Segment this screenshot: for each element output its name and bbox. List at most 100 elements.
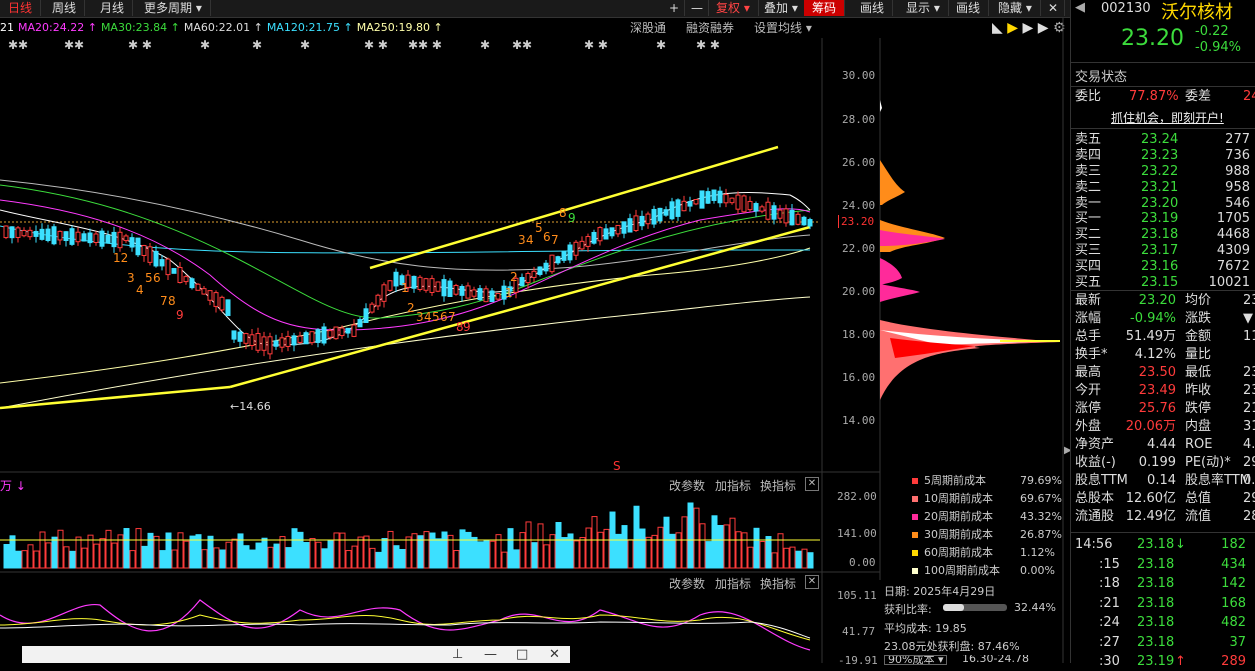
candle-body bbox=[171, 268, 177, 274]
candle-body bbox=[495, 293, 501, 300]
event-star[interactable]: ✱ bbox=[480, 38, 490, 52]
candle-body bbox=[729, 197, 735, 204]
volume-bar bbox=[75, 536, 82, 569]
stat-label: 内盘 bbox=[1185, 419, 1212, 434]
stat-value: 25.76 bbox=[1138, 401, 1176, 416]
volume-bar bbox=[765, 536, 772, 569]
candle-body bbox=[351, 324, 357, 337]
volume-bar bbox=[441, 531, 448, 569]
candle-body bbox=[627, 218, 633, 233]
stat-label: 金额 bbox=[1185, 329, 1212, 344]
chip-legend-row: 20周期前成本 43.32% bbox=[912, 509, 1062, 525]
ma5-line bbox=[0, 192, 811, 346]
event-star[interactable]: ✱ bbox=[252, 38, 262, 52]
stock-nav-icon[interactable]: ◀ bbox=[1075, 0, 1085, 15]
volume-add-indicator-button[interactable]: 加指标 bbox=[715, 477, 751, 494]
tick-time: :27 bbox=[1099, 634, 1120, 650]
volume-bar bbox=[15, 550, 22, 569]
vol-tick: 282.00 bbox=[837, 490, 877, 503]
book-label: 买二 bbox=[1075, 227, 1102, 242]
event-star[interactable]: ✱✱ bbox=[512, 38, 532, 52]
volume-change-indicator-button[interactable]: 换指标 bbox=[760, 477, 796, 494]
legend-label: 20周期前成本 bbox=[924, 510, 993, 523]
candle-body bbox=[225, 299, 231, 317]
candle-body bbox=[129, 237, 135, 248]
volume-bar bbox=[435, 538, 442, 569]
channel-line-lower[interactable] bbox=[229, 225, 811, 389]
volume-bar bbox=[393, 545, 400, 569]
tick-volume: 142 bbox=[1221, 576, 1246, 591]
macd-line-pink bbox=[0, 599, 811, 651]
stat-label: ROE bbox=[1185, 437, 1213, 452]
volume-bar bbox=[381, 538, 388, 569]
volume-bar bbox=[669, 533, 676, 569]
candle-body bbox=[237, 331, 243, 342]
ma250-line bbox=[0, 296, 811, 409]
minimize-icon[interactable]: — bbox=[484, 646, 497, 663]
count-label: 7 bbox=[448, 310, 456, 324]
tick-time: :18 bbox=[1099, 576, 1120, 591]
volume-bar bbox=[249, 549, 256, 569]
macd-close-button[interactable]: ✕ bbox=[805, 575, 819, 589]
event-star[interactable]: ✱ bbox=[300, 38, 310, 52]
pin-icon[interactable]: ⊥ bbox=[452, 646, 463, 663]
legend-label: 5周期前成本 bbox=[924, 474, 986, 487]
event-marker[interactable]: S bbox=[613, 459, 621, 473]
close-icon[interactable]: ✕ bbox=[549, 646, 560, 663]
volume-bar bbox=[705, 541, 712, 569]
kline-chart[interactable]: ←14.66 S bbox=[0, 0, 1070, 663]
event-star[interactable]: ✱ ✱ bbox=[584, 38, 608, 52]
tick-volume: 434 bbox=[1221, 556, 1246, 572]
stock-price: 23.20 bbox=[1121, 26, 1184, 51]
macd-add-indicator-button[interactable]: 加指标 bbox=[715, 575, 751, 592]
volume-bar bbox=[615, 533, 622, 569]
volume-bar bbox=[231, 538, 238, 569]
candle-body bbox=[345, 327, 351, 334]
stat-value: 31.4 bbox=[1243, 419, 1255, 434]
candle-body bbox=[681, 200, 687, 212]
book-label: 买一 bbox=[1075, 211, 1102, 226]
volume-bar bbox=[351, 545, 358, 569]
event-star[interactable]: ✱ bbox=[200, 38, 210, 52]
cost-range-select[interactable]: 90%成本 ▾ bbox=[884, 655, 948, 665]
macd-tick: 105.11 bbox=[837, 589, 877, 602]
volume-bar bbox=[699, 523, 706, 569]
candle-body bbox=[255, 332, 261, 351]
event-star[interactable]: ✱ ✱ bbox=[364, 38, 388, 52]
volume-bar bbox=[105, 529, 112, 569]
volume-bar bbox=[303, 542, 310, 569]
legend-value: 43.32% bbox=[1020, 510, 1062, 523]
event-star[interactable]: ✱ ✱ bbox=[128, 38, 152, 52]
candle-body bbox=[423, 278, 429, 291]
macd-change-indicator-button[interactable]: 换指标 bbox=[760, 575, 796, 592]
event-star[interactable]: ✱✱ ✱ bbox=[408, 38, 442, 52]
volume-close-button[interactable]: ✕ bbox=[805, 477, 819, 491]
volume-bar bbox=[135, 528, 142, 569]
maximize-icon[interactable]: □ bbox=[516, 646, 528, 663]
event-star[interactable]: ✱ bbox=[656, 38, 666, 52]
candle-body bbox=[657, 207, 663, 222]
event-star-row[interactable]: ✱✱ ✱✱ ✱ ✱ ✱ ✱ ✱ ✱ ✱ ✱✱ ✱ ✱ ✱✱ ✱ ✱ ✱ ✱ ✱ bbox=[0, 38, 820, 52]
count-label: 7 bbox=[551, 233, 559, 247]
volume-bar bbox=[363, 535, 370, 569]
channel-line-lower-left[interactable] bbox=[0, 385, 231, 410]
stat-label: 昨收 bbox=[1185, 383, 1212, 398]
candle-body bbox=[177, 267, 183, 284]
event-star[interactable]: ✱✱ bbox=[64, 38, 84, 52]
candle-body bbox=[777, 209, 783, 219]
floating-window-bar: ⊥ — □ ✕ bbox=[22, 646, 570, 663]
candle-body bbox=[243, 333, 249, 344]
candle-body bbox=[753, 203, 759, 212]
book-label: 买五 bbox=[1075, 275, 1102, 290]
volume-params-button[interactable]: 改参数 bbox=[669, 477, 705, 494]
volume-bar bbox=[783, 547, 790, 569]
volume-bar bbox=[417, 535, 424, 569]
macd-params-button[interactable]: 改参数 bbox=[669, 575, 705, 592]
event-star[interactable]: ✱✱ bbox=[8, 38, 28, 52]
tick-volume: 182 bbox=[1221, 537, 1246, 552]
candle-body bbox=[309, 331, 315, 344]
candle-body bbox=[363, 308, 369, 323]
event-star[interactable]: ✱ ✱ bbox=[696, 38, 720, 52]
promo-link[interactable]: 抓住机会，即刻开户! bbox=[1111, 109, 1224, 126]
stat-label: 净资产 bbox=[1075, 437, 1115, 452]
